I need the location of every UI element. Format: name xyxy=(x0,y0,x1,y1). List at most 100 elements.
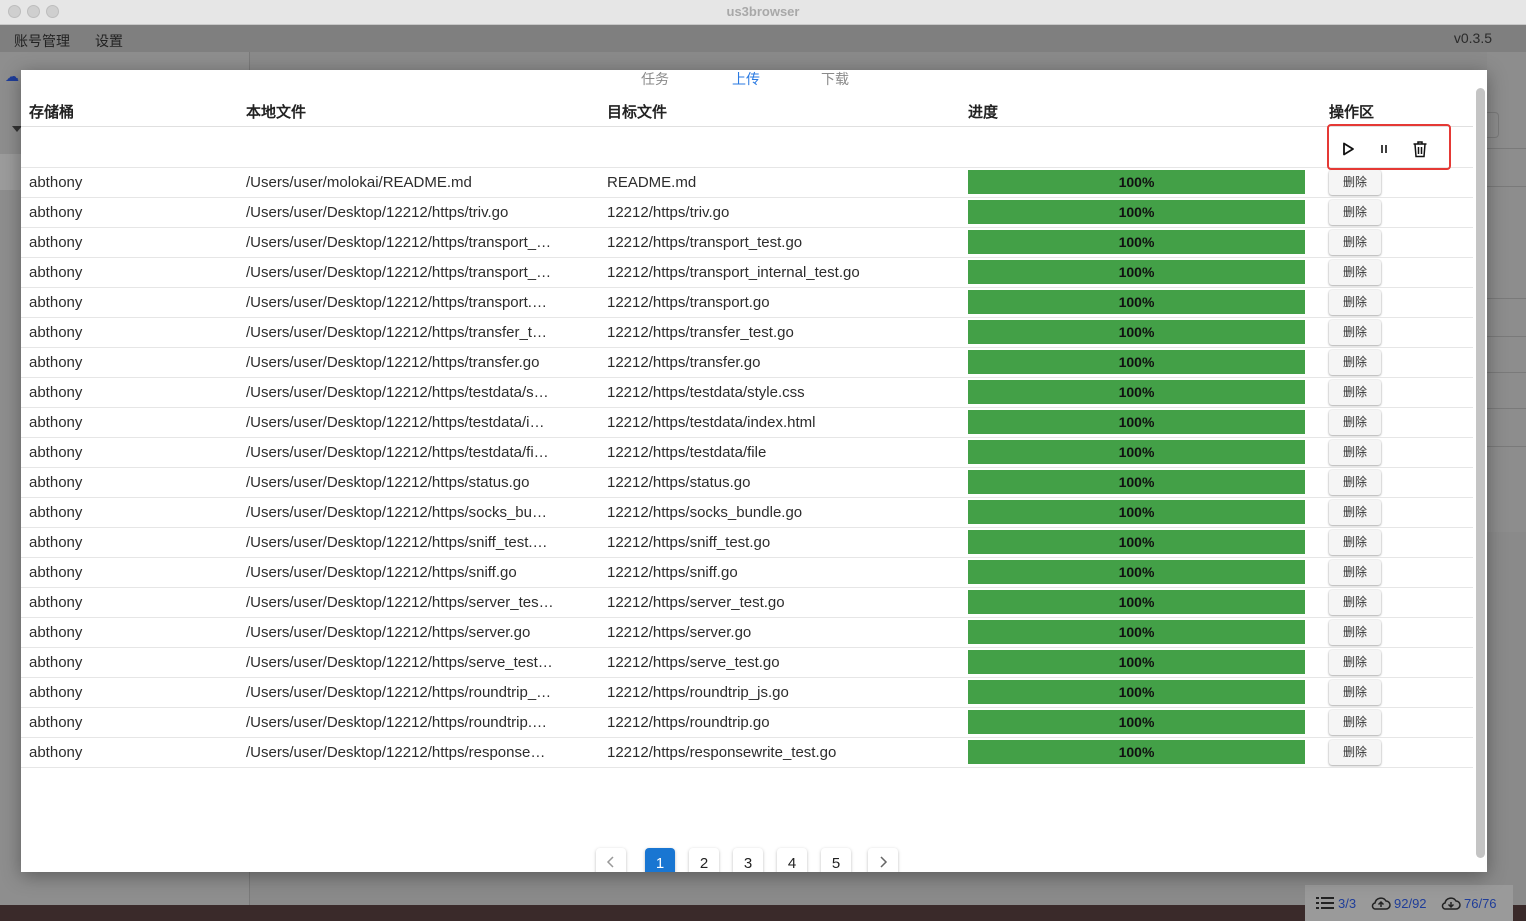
bucket-cell: abthony xyxy=(21,287,238,318)
local-file-cell: /Users/user/Desktop/12212/https/roundtri… xyxy=(238,707,599,738)
prev-page-button[interactable] xyxy=(596,848,626,872)
table-row: abthony/Users/user/Desktop/12212/https/s… xyxy=(21,467,1473,498)
page-3-button[interactable]: 3 xyxy=(733,848,763,872)
delete-button[interactable]: 删除 xyxy=(1329,649,1381,675)
delete-button[interactable]: 删除 xyxy=(1329,169,1381,195)
upload-count-label: 92/92 xyxy=(1394,895,1427,911)
delete-button[interactable]: 删除 xyxy=(1329,439,1381,465)
progress-bar: 100% xyxy=(968,530,1305,554)
table-row: abthony/Users/user/Desktop/12212/https/t… xyxy=(21,287,1473,318)
page-2-button[interactable]: 2 xyxy=(689,848,719,872)
target-file-cell: 12212/https/testdata/style.css xyxy=(599,377,960,408)
bucket-cell: abthony xyxy=(21,167,238,198)
tab-download[interactable]: 下载 xyxy=(821,70,849,89)
tab-upload[interactable]: 上传 xyxy=(732,70,760,89)
bucket-cell: abthony xyxy=(21,707,238,738)
table-row: abthony/Users/user/Desktop/12212/https/r… xyxy=(21,677,1473,708)
target-file-cell: 12212/https/transfer_test.go xyxy=(599,317,960,348)
column-actions: 操作区 xyxy=(1321,98,1473,127)
delete-button[interactable]: 删除 xyxy=(1329,229,1381,255)
next-page-button[interactable] xyxy=(868,848,898,872)
pause-all-button[interactable] xyxy=(1373,138,1395,160)
actions-cell: 删除 xyxy=(1321,737,1473,768)
cloud-upload-icon xyxy=(1371,897,1391,910)
menu-settings[interactable]: 设置 xyxy=(95,31,123,51)
bucket-cell: abthony xyxy=(21,647,238,678)
local-file-cell: /Users/user/Desktop/12212/https/transfer… xyxy=(238,317,599,348)
bucket-cell: abthony xyxy=(21,437,238,468)
progress-cell: 100% xyxy=(960,497,1321,528)
actions-cell: 删除 xyxy=(1321,377,1473,408)
actions-cell: 删除 xyxy=(1321,677,1473,708)
local-file-cell: /Users/user/Desktop/12212/https/sniff.go xyxy=(238,557,599,588)
delete-button[interactable]: 删除 xyxy=(1329,349,1381,375)
target-file-cell: 12212/https/testdata/index.html xyxy=(599,407,960,438)
task-list-icon xyxy=(1316,897,1334,909)
window-titlebar: us3browser xyxy=(0,0,1526,25)
progress-cell: 100% xyxy=(960,647,1321,678)
progress-cell: 100% xyxy=(960,467,1321,498)
delete-button[interactable]: 删除 xyxy=(1329,709,1381,735)
tab-tasks[interactable]: 任务 xyxy=(641,70,669,89)
bucket-cell: abthony xyxy=(21,197,238,228)
delete-button[interactable]: 删除 xyxy=(1329,529,1381,555)
background-bottom-strip xyxy=(0,905,1526,921)
target-file-cell: README.md xyxy=(599,167,960,198)
bucket-cell: abthony xyxy=(21,467,238,498)
cloud-logo-icon: ☁ xyxy=(5,68,19,84)
delete-button[interactable]: 删除 xyxy=(1329,589,1381,615)
local-file-cell: /Users/user/molokai/README.md xyxy=(238,167,599,198)
actions-cell: 删除 xyxy=(1321,167,1473,198)
page-1-button[interactable]: 1 xyxy=(645,848,675,872)
delete-button[interactable]: 删除 xyxy=(1329,739,1381,765)
table-row: abthony/Users/user/molokai/README.md READ… xyxy=(21,167,1473,198)
delete-button[interactable]: 删除 xyxy=(1329,259,1381,285)
bucket-cell: abthony xyxy=(21,587,238,618)
progress-bar: 100% xyxy=(968,380,1305,404)
actions-cell: 删除 xyxy=(1321,497,1473,528)
page-4-button[interactable]: 4 xyxy=(777,848,807,872)
target-file-cell: 12212/https/sniff.go xyxy=(599,557,960,588)
delete-button[interactable]: 删除 xyxy=(1329,199,1381,225)
actions-cell: 删除 xyxy=(1321,527,1473,558)
start-all-button[interactable] xyxy=(1337,138,1359,160)
pause-icon xyxy=(1381,145,1387,153)
progress-cell: 100% xyxy=(960,377,1321,408)
delete-button[interactable]: 删除 xyxy=(1329,679,1381,705)
sidebar-selected-item xyxy=(0,154,22,190)
delete-button[interactable]: 删除 xyxy=(1329,409,1381,435)
progress-bar: 100% xyxy=(968,740,1305,764)
progress-cell: 100% xyxy=(960,557,1321,588)
delete-button[interactable]: 删除 xyxy=(1329,619,1381,645)
delete-button[interactable]: 删除 xyxy=(1329,559,1381,585)
menu-bar: 账号管理 设置 v0.3.5 xyxy=(0,25,1526,52)
progress-cell: 100% xyxy=(960,437,1321,468)
target-file-cell: 12212/https/triv.go xyxy=(599,197,960,228)
progress-bar: 100% xyxy=(968,560,1305,584)
vertical-scrollbar[interactable] xyxy=(1476,88,1485,858)
task-count[interactable]: 3/3 xyxy=(1315,895,1356,911)
delete-button[interactable]: 删除 xyxy=(1329,379,1381,405)
actions-cell: 删除 xyxy=(1321,437,1473,468)
delete-button[interactable]: 删除 xyxy=(1329,499,1381,525)
progress-bar: 100% xyxy=(968,680,1305,704)
close-window-button[interactable] xyxy=(8,5,21,18)
actions-cell: 删除 xyxy=(1321,647,1473,678)
delete-all-button[interactable] xyxy=(1409,138,1431,160)
minimize-window-button[interactable] xyxy=(27,5,40,18)
local-file-cell: /Users/user/Desktop/12212/https/testdata… xyxy=(238,437,599,468)
bulk-actions-row xyxy=(21,126,1473,168)
progress-cell: 100% xyxy=(960,347,1321,378)
zoom-window-button[interactable] xyxy=(46,5,59,18)
actions-cell: 删除 xyxy=(1321,317,1473,348)
actions-cell: 删除 xyxy=(1321,257,1473,288)
delete-button[interactable]: 删除 xyxy=(1329,289,1381,315)
delete-button[interactable]: 删除 xyxy=(1329,469,1381,495)
menu-account-management[interactable]: 账号管理 xyxy=(14,31,70,51)
delete-button[interactable]: 删除 xyxy=(1329,319,1381,345)
target-file-cell: 12212/https/responsewrite_test.go xyxy=(599,737,960,768)
download-count[interactable]: 76/76 xyxy=(1441,895,1497,911)
page-5-button[interactable]: 5 xyxy=(821,848,851,872)
upload-count[interactable]: 92/92 xyxy=(1371,895,1427,911)
progress-bar: 100% xyxy=(968,230,1305,254)
